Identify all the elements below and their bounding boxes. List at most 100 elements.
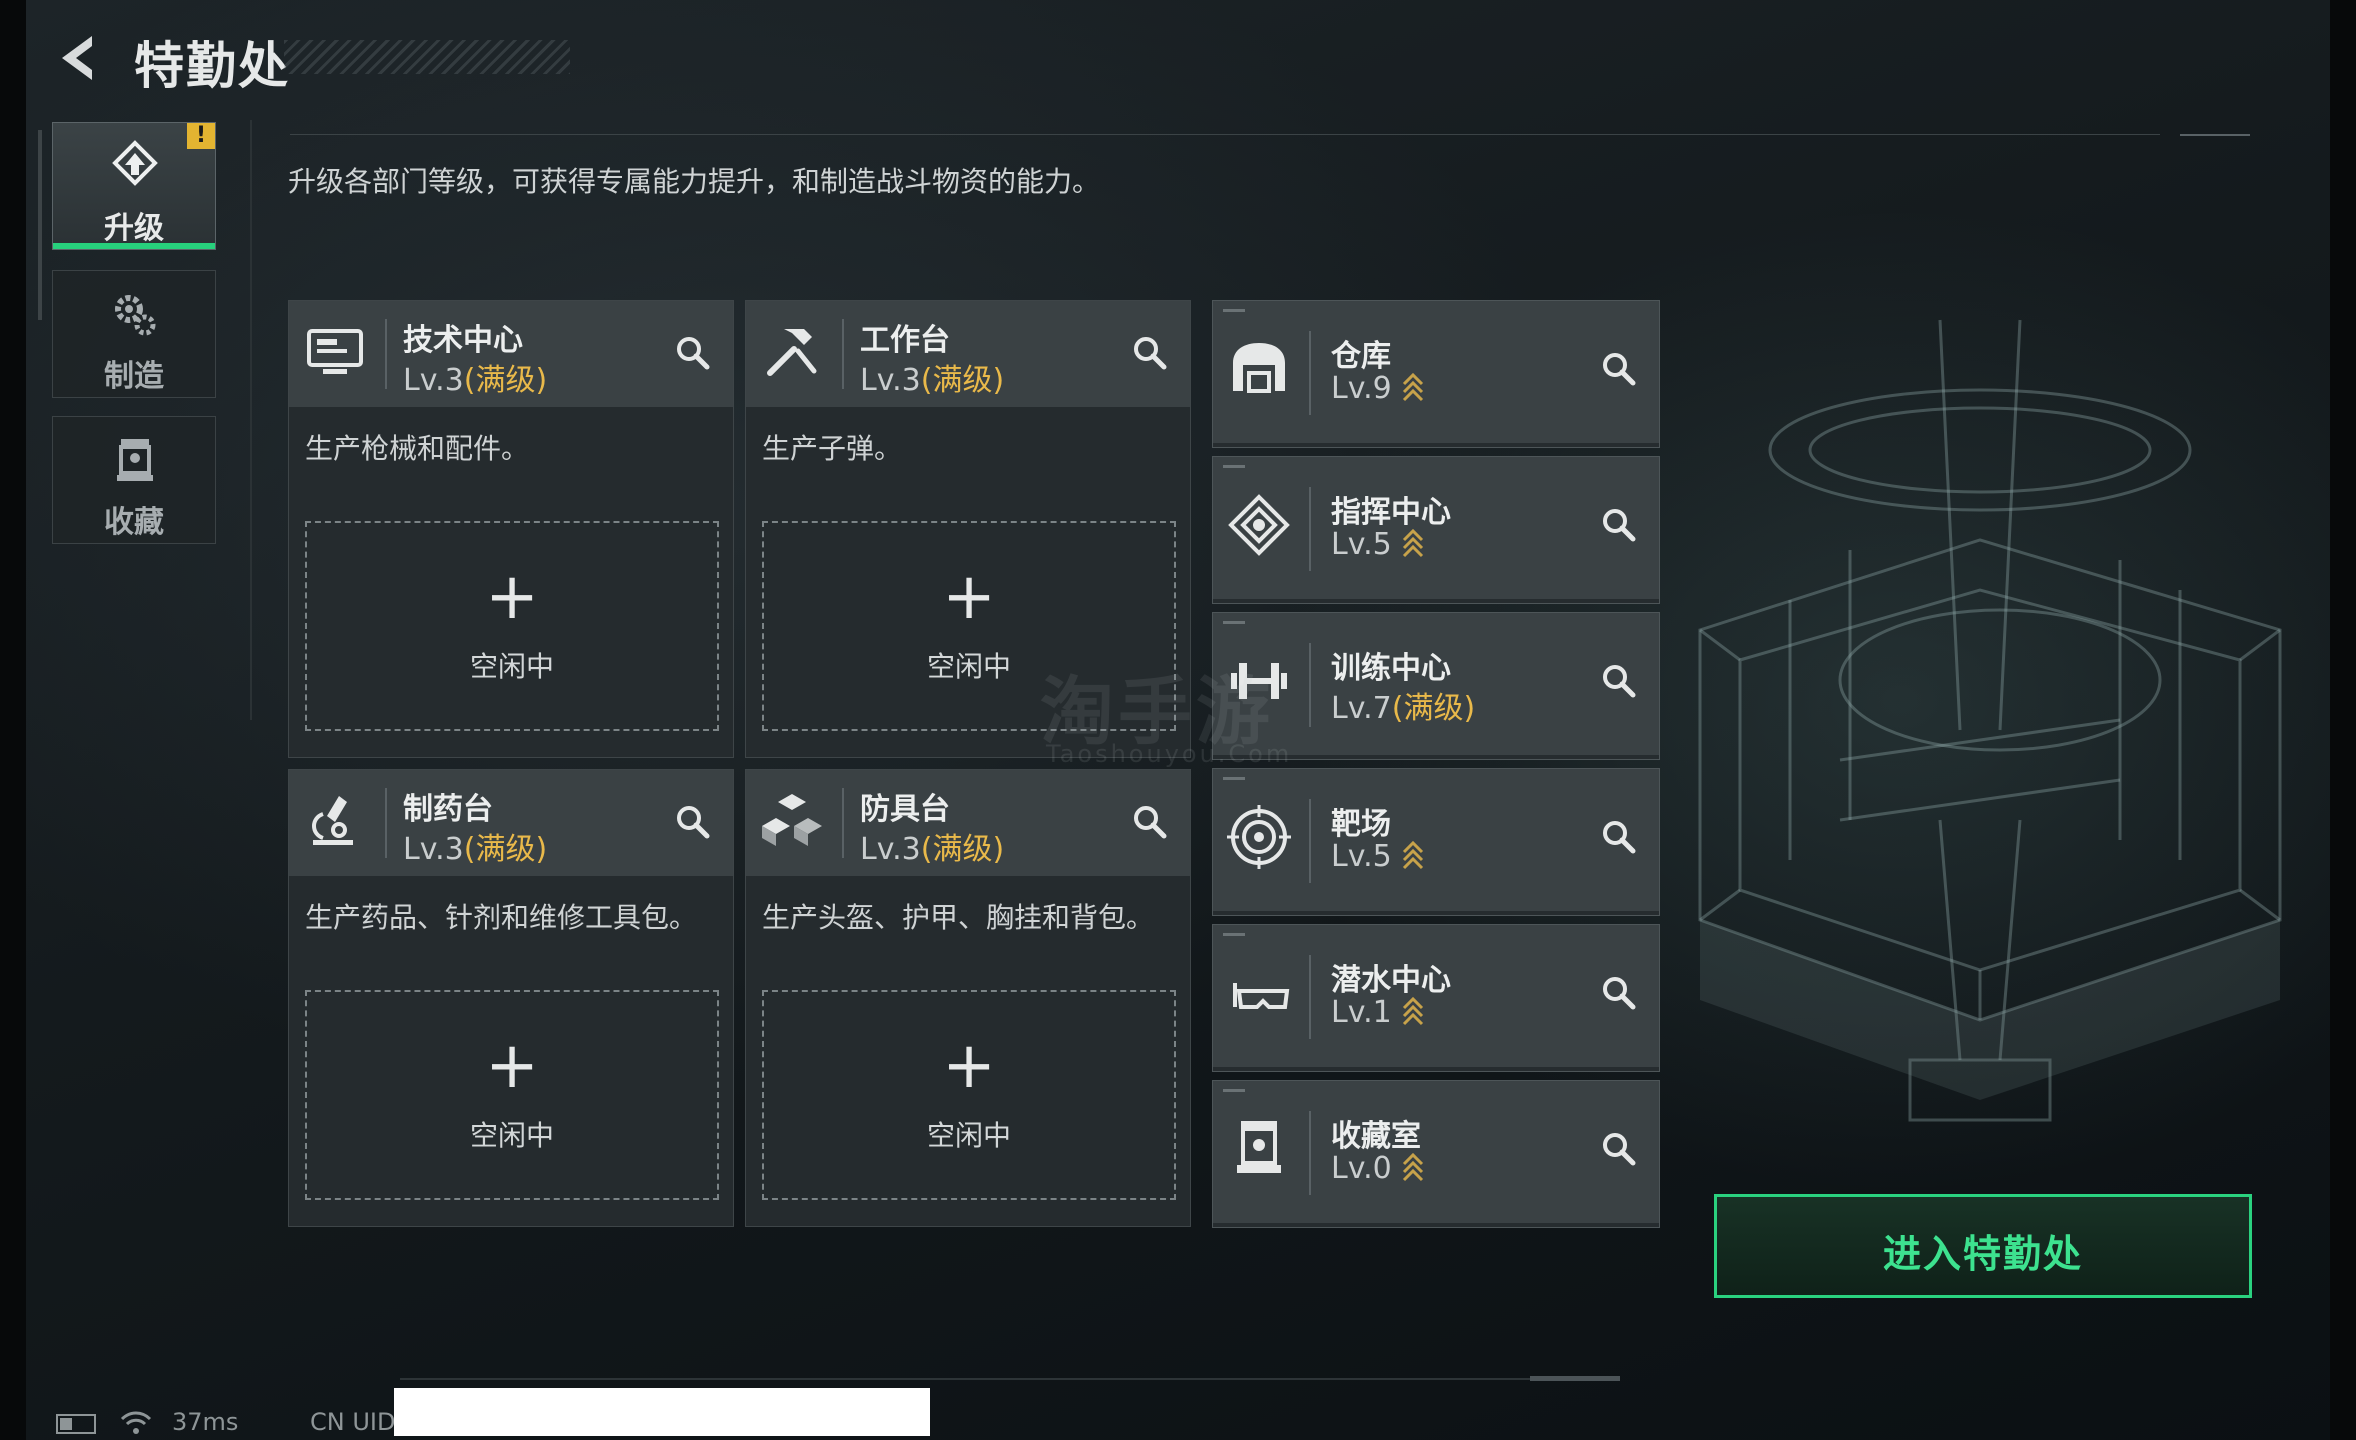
department-card-armor-bench: 防具台 Lv.3(满级) 生产头盔、护甲、胸挂和背包。 + 空闲中 [745, 769, 1191, 1227]
search-icon[interactable] [1597, 503, 1641, 547]
add-icon: + [942, 1029, 996, 1103]
card-header: 制药台 Lv.3(满级) [289, 770, 733, 876]
upgrade-icon [112, 140, 158, 186]
facility-name: 仓库 [1331, 339, 1391, 374]
sidebar-tab-upgrade[interactable]: 升级 ! [52, 122, 216, 250]
separator [1309, 1111, 1311, 1195]
separator [1309, 643, 1311, 727]
card-tag [1223, 309, 1245, 312]
production-slot[interactable]: + 空闲中 [305, 990, 719, 1200]
wifi-icon [120, 1411, 152, 1434]
search-icon[interactable] [1597, 659, 1641, 703]
sidebar-tab-collection[interactable]: 收藏 [52, 416, 216, 544]
card-tag [1223, 777, 1245, 780]
add-icon: + [942, 560, 996, 634]
separator [1309, 955, 1311, 1039]
sidebar-tab-label: 制造 [104, 359, 164, 394]
base-structure-illustration [1698, 319, 2282, 1122]
diving-mask-icon [1233, 983, 1290, 1009]
divider [290, 134, 2160, 135]
separator [1309, 331, 1311, 415]
microscope-icon [312, 796, 353, 845]
facility-command-center[interactable]: 指挥中心 Lv.5 [1212, 456, 1660, 604]
facility-diving-center[interactable]: 潜水中心 Lv.1 [1212, 924, 1660, 1072]
separator [842, 788, 844, 858]
slot-status: 空闲中 [926, 1119, 1011, 1152]
battery-icon [56, 1414, 96, 1434]
slot-status: 空闲中 [469, 650, 554, 683]
search-icon[interactable] [671, 331, 715, 375]
search-icon[interactable] [1597, 971, 1641, 1015]
facility-training-center[interactable]: 训练中心 Lv.7(满级) [1212, 612, 1660, 760]
divider [1213, 1223, 1659, 1227]
production-slot[interactable]: + 空闲中 [762, 990, 1176, 1200]
add-icon: + [485, 1029, 539, 1103]
slot-status: 空闲中 [469, 1119, 554, 1152]
department-description: 生产枪械和配件。 [305, 432, 530, 465]
facility-level: Lv.9 [1331, 371, 1424, 406]
facility-shooting-range[interactable]: 靶场 Lv.5 [1212, 768, 1660, 916]
divider [1213, 1067, 1659, 1071]
facility-level: Lv.1 [1331, 995, 1424, 1030]
card-tag [1223, 465, 1245, 468]
back-arrow-icon[interactable] [52, 30, 108, 86]
max-level-tag: (满级) [463, 832, 548, 867]
add-icon: + [485, 560, 539, 634]
department-name: 工作台 [860, 323, 950, 358]
warehouse-icon [1233, 343, 1285, 393]
card-header: 技术中心 Lv.3(满级) [289, 301, 733, 407]
network-latency: 37ms [172, 1408, 239, 1436]
divider [2180, 134, 2250, 136]
search-icon[interactable] [1597, 815, 1641, 859]
search-icon[interactable] [1597, 347, 1641, 391]
sidebar-tab-craft[interactable]: 制造 [52, 270, 216, 398]
divider [1530, 1376, 1620, 1381]
facility-level: Lv.7(满级) [1331, 691, 1476, 726]
department-name: 防具台 [860, 792, 950, 827]
search-icon[interactable] [671, 800, 715, 844]
department-level: Lv.3(满级) [860, 832, 1005, 867]
divider [400, 1378, 1620, 1380]
upgrade-arrow-icon [1402, 996, 1423, 1026]
max-level-tag: (满级) [463, 363, 548, 398]
facility-name: 靶场 [1331, 807, 1391, 842]
separator [385, 788, 387, 858]
department-level: Lv.3(满级) [860, 363, 1005, 398]
upgrade-arrow-icon [1402, 372, 1423, 402]
facility-name: 收藏室 [1331, 1119, 1421, 1154]
user-id-label: CN UID [310, 1408, 396, 1436]
enter-special-ops-button[interactable]: 进入特勤处 [1714, 1194, 2252, 1298]
computer-icon [307, 329, 363, 374]
facility-warehouse[interactable]: 仓库 Lv.9 [1212, 300, 1660, 448]
card-tag [1223, 933, 1245, 936]
active-indicator [53, 243, 215, 249]
search-icon[interactable] [1597, 1127, 1641, 1171]
separator [842, 319, 844, 389]
divider [1213, 911, 1659, 915]
collection-icon [117, 439, 153, 481]
department-name: 技术中心 [403, 323, 523, 358]
department-description: 生产子弹。 [762, 432, 903, 465]
page-description: 升级各部门等级，可获得专属能力提升，和制造战斗物资的能力。 [288, 165, 1101, 198]
department-description: 生产药品、针剂和维修工具包。 [305, 901, 698, 934]
production-slot[interactable]: + 空闲中 [305, 521, 719, 731]
divider [1213, 443, 1659, 447]
card-tag [1223, 1089, 1245, 1092]
facility-level: Lv.5 [1331, 839, 1424, 874]
title-decoration [284, 40, 570, 74]
upgrade-arrow-icon [1402, 1152, 1423, 1182]
redacted-uid-box [394, 1388, 930, 1436]
department-name: 制药台 [403, 792, 493, 827]
card-header: 工作台 Lv.3(满级) [746, 301, 1190, 407]
card-tag [1223, 621, 1245, 624]
search-icon[interactable] [1128, 331, 1172, 375]
sidebar-scrollbar[interactable] [38, 130, 42, 320]
facility-collection-room[interactable]: 收藏室 Lv.0 [1212, 1080, 1660, 1228]
department-card-pharmacy: 制药台 Lv.3(满级) 生产药品、针剂和维修工具包。 + 空闲中 [288, 769, 734, 1227]
separator [1309, 487, 1311, 571]
search-icon[interactable] [1128, 800, 1172, 844]
display-case-icon [1237, 1121, 1281, 1173]
facility-level: Lv.5 [1331, 527, 1424, 562]
right-frame [2330, 0, 2356, 1440]
upgrade-arrow-icon [1402, 528, 1423, 558]
